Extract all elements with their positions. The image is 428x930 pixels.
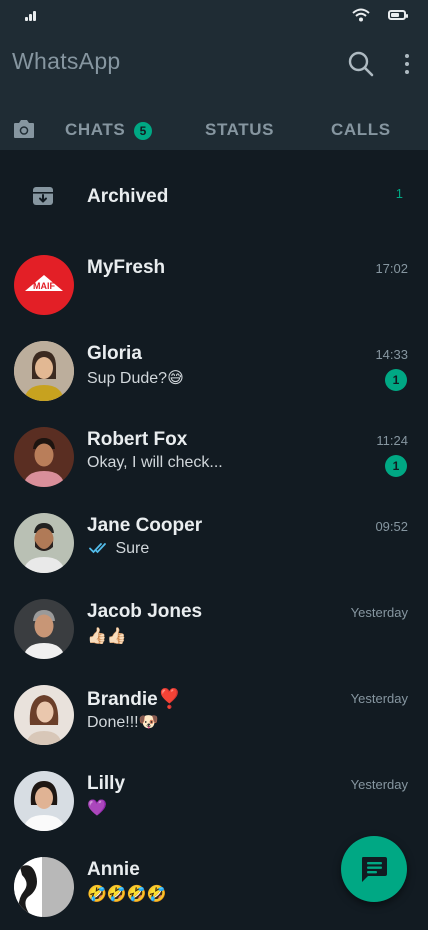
double-check-icon bbox=[89, 543, 106, 554]
app-bar: WhatsApp CHATS 5 STATUS CALLS bbox=[0, 34, 428, 150]
tab-calls[interactable]: CALLS bbox=[331, 120, 391, 140]
avatar[interactable] bbox=[14, 685, 74, 745]
new-chat-button[interactable] bbox=[341, 836, 407, 902]
archive-icon bbox=[33, 187, 53, 205]
chat-name: Lilly bbox=[87, 773, 126, 794]
status-bar bbox=[0, 0, 428, 34]
chat-name: Robert Fox bbox=[87, 429, 188, 450]
chat-row-lilly[interactable]: Lilly 💜 Yesterday bbox=[0, 758, 428, 844]
chat-time: 14:33 bbox=[375, 347, 408, 362]
avatar[interactable] bbox=[14, 341, 74, 401]
chat-preview: Done!!!🐶 bbox=[87, 714, 159, 731]
chat-preview: Sure bbox=[115, 540, 150, 557]
chat-name: Jane Cooper bbox=[87, 515, 203, 536]
chat-name: Brandie❣️ bbox=[87, 689, 182, 710]
chat-name: Annie bbox=[87, 859, 140, 880]
chat-row-myfresh[interactable]: MAIF MyFresh 17:02 bbox=[0, 242, 428, 328]
chat-time: 11:24 bbox=[376, 433, 408, 448]
chat-time: Yesterday bbox=[350, 691, 408, 706]
chat-row-jane-cooper[interactable]: Jane Cooper Sure 09:52 bbox=[0, 500, 428, 586]
chat-row-brandie[interactable]: Brandie❣️ Done!!!🐶 Yesterday bbox=[0, 672, 428, 758]
chat-preview-wrap: Sure bbox=[89, 540, 149, 558]
chat-preview: Sup Dude?😅 bbox=[87, 370, 184, 387]
avatar[interactable] bbox=[14, 771, 74, 831]
archived-row[interactable]: Archived 1 bbox=[0, 150, 428, 242]
app-title: WhatsApp bbox=[12, 48, 121, 74]
avatar[interactable] bbox=[14, 513, 74, 573]
chat-preview: 💜 bbox=[87, 800, 107, 817]
avatar[interactable] bbox=[14, 599, 74, 659]
tab-status[interactable]: STATUS bbox=[205, 120, 274, 140]
chat-name: Gloria bbox=[87, 343, 142, 364]
tab-chats[interactable]: CHATS bbox=[65, 120, 125, 140]
avatar[interactable] bbox=[14, 857, 74, 917]
chats-unread-badge: 5 bbox=[134, 122, 152, 140]
chat-time: Yesterday bbox=[350, 605, 408, 620]
avatar-logo-text: MAIF bbox=[33, 281, 55, 291]
battery-icon bbox=[388, 10, 408, 20]
search-icon[interactable] bbox=[347, 50, 375, 78]
camera-icon[interactable] bbox=[12, 118, 36, 140]
chat-row-robert-fox[interactable]: Robert Fox Okay, I will check... 11:24 1 bbox=[0, 414, 428, 500]
avatar[interactable] bbox=[14, 427, 74, 487]
archived-label: Archived bbox=[87, 186, 169, 207]
unread-badge: 1 bbox=[385, 455, 407, 477]
archived-count: 1 bbox=[395, 186, 403, 201]
chat-preview: 👍🏻👍🏻 bbox=[87, 628, 127, 645]
chat-row-jacob-jones[interactable]: Jacob Jones 👍🏻👍🏻 Yesterday bbox=[0, 586, 428, 672]
chat-time: Yesterday bbox=[350, 777, 408, 792]
chat-preview: Okay, I will check... bbox=[87, 454, 223, 471]
unread-badge: 1 bbox=[385, 369, 407, 391]
tab-bar: CHATS 5 STATUS CALLS bbox=[0, 112, 428, 150]
chat-row-gloria[interactable]: Gloria Sup Dude?😅 14:33 1 bbox=[0, 328, 428, 414]
signal-icon bbox=[25, 9, 39, 21]
more-vert-icon[interactable] bbox=[400, 51, 414, 77]
chat-preview: 🤣🤣🤣🤣 bbox=[87, 886, 167, 903]
chat-name: MyFresh bbox=[87, 257, 166, 278]
avatar[interactable]: MAIF bbox=[14, 255, 74, 315]
chat-time: 09:52 bbox=[375, 519, 408, 534]
chat-list: Archived 1 MAIF MyFresh 17:02 Gloria Sup… bbox=[0, 150, 428, 926]
wifi-icon bbox=[352, 8, 370, 22]
chat-name: Jacob Jones bbox=[87, 601, 203, 622]
chat-time: 17:02 bbox=[375, 261, 408, 276]
new-chat-icon bbox=[362, 857, 387, 882]
